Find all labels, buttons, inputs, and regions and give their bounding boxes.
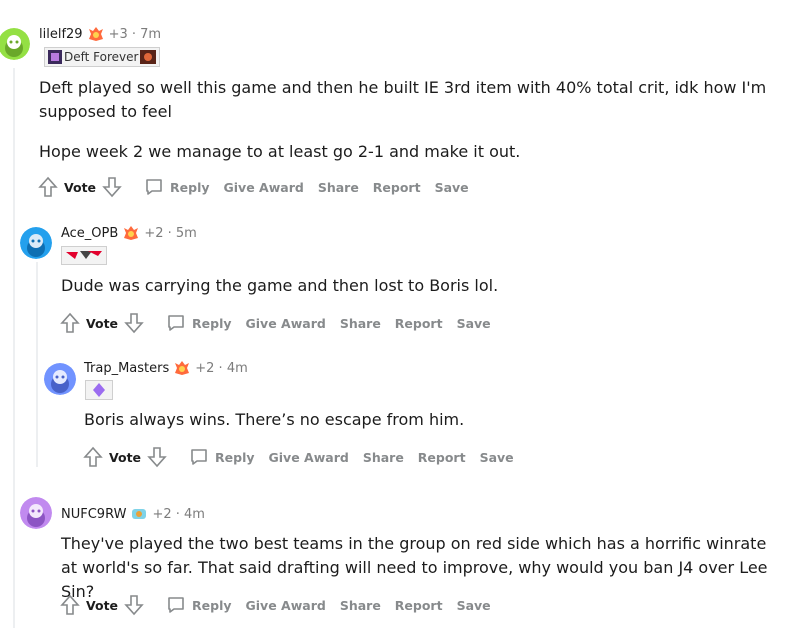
team-logo-icon [66, 251, 102, 259]
thread-line[interactable] [13, 68, 15, 628]
give-award-button[interactable]: Give Award [246, 598, 326, 613]
username[interactable]: Trap_Masters [84, 361, 169, 376]
comment-bubble-icon [168, 597, 184, 613]
share-button[interactable]: Share [340, 316, 381, 331]
username[interactable]: Ace_OPB [61, 226, 118, 241]
upvote-icon[interactable] [38, 176, 58, 198]
comment-body: Dude was carrying the game and then lost… [61, 274, 781, 298]
comment-actions: Vote Reply Give Award Share Report Save [60, 594, 491, 616]
avatar[interactable] [20, 497, 52, 529]
award-icon [175, 361, 190, 375]
avatar[interactable] [0, 28, 30, 60]
thread-line[interactable] [36, 262, 38, 467]
flair-emblem-icon [48, 50, 62, 64]
comment-paragraph: Dude was carrying the game and then lost… [61, 276, 499, 295]
report-button[interactable]: Report [418, 450, 466, 465]
upvote-icon[interactable] [60, 594, 80, 616]
comment-actions: Vote Reply Give Award Share Report Save [83, 446, 514, 468]
upvote-icon[interactable] [83, 446, 103, 468]
award-icon [132, 509, 147, 519]
flair-emblem-icon [140, 50, 157, 64]
report-button[interactable]: Report [373, 180, 421, 195]
vote-count: Vote [109, 449, 142, 465]
comment-paragraph: Boris always wins. There’s no escape fro… [84, 410, 465, 429]
vote-count: Vote [86, 597, 119, 613]
user-flair: Deft Forever [44, 47, 161, 67]
comment-bubble-icon [168, 315, 184, 331]
downvote-icon[interactable] [124, 594, 144, 616]
reply-label: Reply [170, 179, 210, 195]
karma-timestamp: +2 · 4m [152, 506, 205, 522]
save-button[interactable]: Save [457, 316, 491, 331]
flair-text: Deft Forever [64, 50, 139, 64]
share-button[interactable]: Share [363, 450, 404, 465]
username[interactable]: lilelf29 [39, 27, 83, 42]
karma-timestamp: +3 · 7m [108, 26, 162, 42]
comment-actions: Vote Reply Give Award Share Report Save [38, 176, 469, 198]
crystal-icon [93, 383, 105, 397]
share-button[interactable]: Share [318, 180, 359, 195]
comment-paragraph: Hope week 2 we manage to at least go 2-1… [39, 142, 521, 161]
comment-bubble-icon [191, 449, 207, 465]
upvote-icon[interactable] [60, 312, 80, 334]
give-award-button[interactable]: Give Award [246, 316, 326, 331]
give-award-button[interactable]: Give Award [224, 180, 304, 195]
username[interactable]: NUFC9RW [61, 507, 126, 522]
reply-label: Reply [192, 597, 232, 613]
give-award-button[interactable]: Give Award [269, 450, 349, 465]
reply-button[interactable]: Reply [166, 595, 232, 615]
reply-button[interactable]: Reply [189, 447, 255, 467]
save-button[interactable]: Save [435, 180, 469, 195]
reply-button[interactable]: Reply [144, 177, 210, 197]
save-button[interactable]: Save [480, 450, 514, 465]
report-button[interactable]: Report [395, 598, 443, 613]
avatar[interactable] [44, 363, 76, 395]
reply-button[interactable]: Reply [166, 313, 232, 333]
vote-count: Vote [86, 315, 119, 331]
save-button[interactable]: Save [457, 598, 491, 613]
share-button[interactable]: Share [340, 598, 381, 613]
user-flair [85, 380, 113, 400]
user-flair [61, 246, 107, 265]
comment-paragraph: Deft played so well this game and then h… [39, 78, 767, 121]
comment-body: Deft played so well this game and then h… [39, 76, 794, 164]
downvote-icon[interactable] [124, 312, 144, 334]
downvote-icon[interactable] [102, 176, 122, 198]
award-icon [88, 27, 103, 41]
karma-timestamp: +2 · 4m [195, 360, 248, 376]
vote-count: Vote [64, 179, 97, 195]
downvote-icon[interactable] [147, 446, 167, 468]
award-icon [124, 226, 139, 240]
avatar[interactable] [20, 227, 52, 259]
karma-timestamp: +2 · 5m [144, 225, 197, 241]
report-button[interactable]: Report [395, 316, 443, 331]
reply-label: Reply [215, 449, 255, 465]
comment-bubble-icon [146, 179, 162, 195]
reply-label: Reply [192, 315, 232, 331]
comment-actions: Vote Reply Give Award Share Report Save [60, 312, 491, 334]
comment-body: Boris always wins. There’s no escape fro… [84, 408, 784, 432]
